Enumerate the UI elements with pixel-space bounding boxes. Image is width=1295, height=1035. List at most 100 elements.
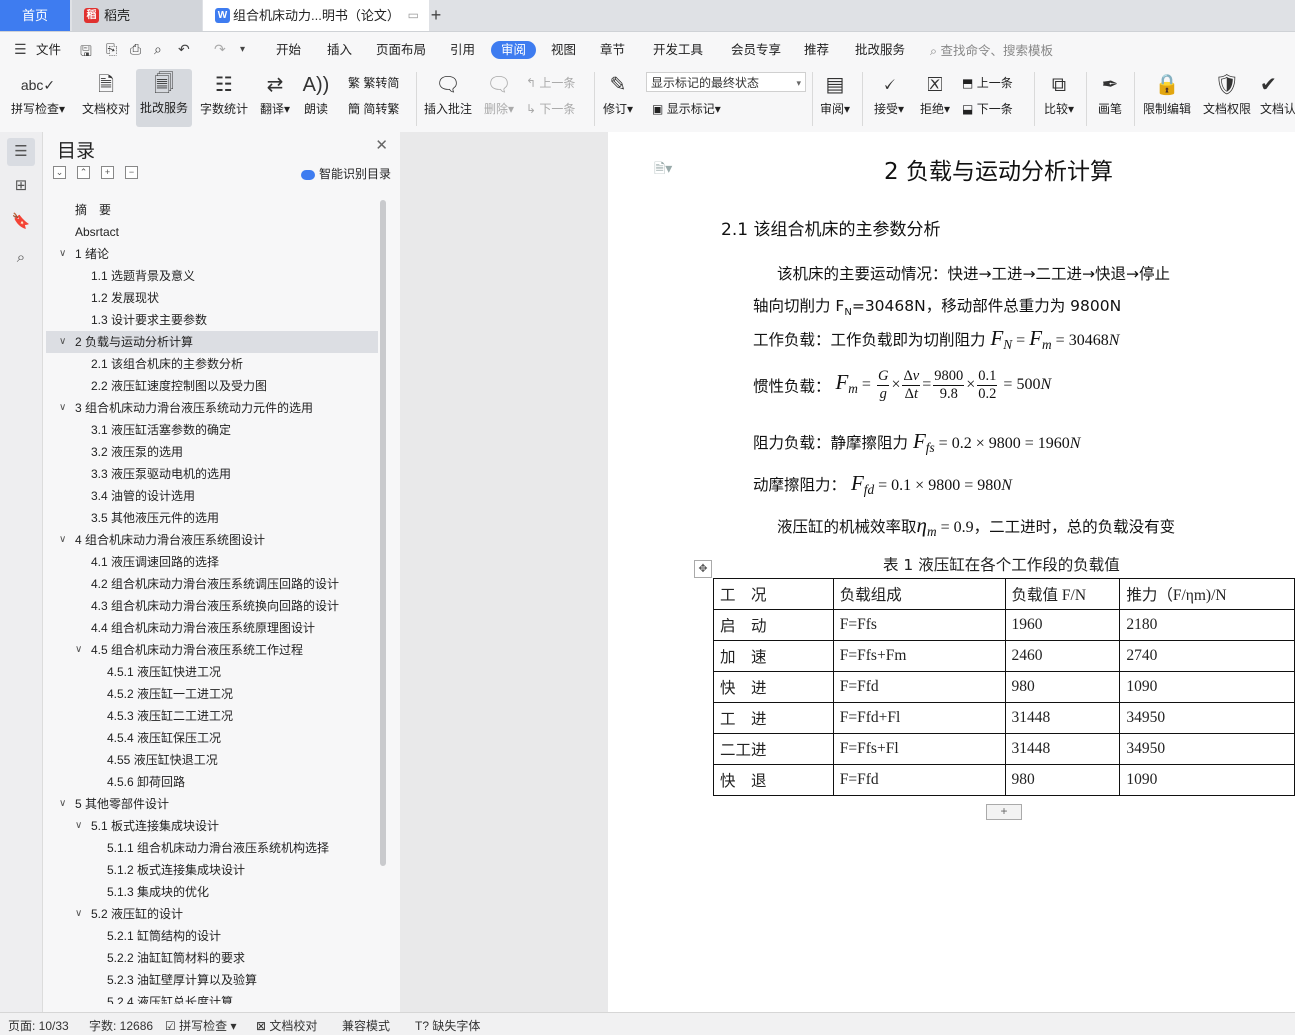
- document-page[interactable]: 🗎▾ 2 负载与运动分析计算 2.1 该组合机床的主参数分析 该机床的主要运动情…: [608, 132, 1295, 1012]
- toc-expand-arrow-icon[interactable]: ∨: [59, 529, 66, 551]
- tab-daoke[interactable]: 稻 稻壳: [72, 0, 202, 31]
- accept-button[interactable]: 🗸 接受▾: [870, 70, 908, 117]
- doc-proof-button[interactable]: 🗎 文档校对: [80, 70, 132, 117]
- print-preview-icon[interactable]: ⌕: [154, 41, 162, 58]
- export-pdf-icon[interactable]: ⎘: [106, 41, 117, 58]
- toc-item[interactable]: 5.2.1 缸筒结构的设计: [46, 925, 378, 947]
- to-traditional-button[interactable]: 繁 繁转简: [348, 74, 399, 91]
- tab-home[interactable]: 首页: [0, 0, 70, 31]
- status-doc-proof[interactable]: ⊠ 文档校对: [256, 1017, 317, 1034]
- toc-item[interactable]: 4.55 液压缸快退工况: [46, 749, 378, 771]
- translate-button[interactable]: ⇄ 翻译▾: [256, 70, 294, 117]
- toc-expand-arrow-icon[interactable]: ∨: [59, 243, 66, 265]
- toc-expand-arrow-icon[interactable]: ∨: [59, 397, 66, 419]
- find-icon[interactable]: ⌕: [11, 248, 31, 268]
- spellcheck-button[interactable]: abc✓ 拼写检查▾: [10, 70, 66, 117]
- redo-icon[interactable]: ↷: [214, 41, 226, 58]
- add-table-row-button[interactable]: +: [986, 804, 1022, 820]
- table-cell[interactable]: 快 进: [713, 671, 834, 703]
- table-cell[interactable]: 2460: [1004, 640, 1121, 672]
- table-cell[interactable]: 1090: [1119, 671, 1295, 703]
- toc-item[interactable]: 4.5.1 液压缸快进工况: [46, 661, 378, 683]
- toc-expand-arrow-icon[interactable]: ∨: [75, 903, 82, 925]
- revise-button[interactable]: ✎ 修订▾: [600, 70, 636, 117]
- table-cell[interactable]: 31448: [1004, 702, 1121, 734]
- toc-item[interactable]: ∨ 1 绪论: [46, 243, 378, 265]
- table-cell[interactable]: F=Ffs+Fl: [832, 733, 1006, 765]
- toc-item[interactable]: 3.3 液压泵驱动电机的选用: [46, 463, 378, 485]
- toc-expand-arrow-icon[interactable]: ∨: [75, 815, 82, 837]
- toc-nav-icon[interactable]: ☰: [7, 138, 35, 166]
- toc-expand-arrow-icon[interactable]: ∨: [59, 331, 66, 353]
- show-markup-button[interactable]: ▣ 显示标记▾: [652, 100, 721, 117]
- compare-button[interactable]: ⧉ 比较▾: [1040, 70, 1078, 117]
- review-pane-button[interactable]: ▤ 审阅▾: [816, 70, 854, 117]
- menu-insert[interactable]: 插入: [327, 41, 352, 59]
- table-cell[interactable]: 工 进: [713, 702, 834, 734]
- word-count-button[interactable]: ☷ 字数统计: [198, 70, 250, 117]
- table-header-cell[interactable]: 负载值 F/N: [1004, 578, 1121, 610]
- close-icon[interactable]: ✕: [375, 136, 388, 154]
- toc-item[interactable]: 4.5.6 卸荷回路: [46, 771, 378, 793]
- status-spellcheck[interactable]: ☑ 拼写检查 ▾: [165, 1017, 236, 1034]
- toc-item[interactable]: ∨ 5 其他零部件设计: [46, 793, 378, 815]
- translate-dropdown-icon[interactable]: ▾: [284, 102, 290, 116]
- prev-change-button[interactable]: ⬒ 上一条: [962, 74, 1013, 91]
- load-table[interactable]: 工 况负载组成 负载值 F/N 推力（F/ηm)/N 启 动 F=Ffs 1960 2180…: [713, 578, 1295, 796]
- table-cell[interactable]: 34950: [1119, 733, 1295, 765]
- add-heading-icon[interactable]: +: [101, 166, 114, 179]
- remove-heading-icon[interactable]: −: [125, 166, 138, 179]
- table-header-cell[interactable]: 推力（F/ηm)/N: [1119, 578, 1295, 610]
- menu-view[interactable]: 视图: [551, 41, 576, 59]
- table-cell[interactable]: 1960: [1004, 609, 1121, 641]
- toc-item[interactable]: 2.2 液压缸速度控制图以及受力图: [46, 375, 378, 397]
- toc-item[interactable]: 5.2.2 油缸缸筒材料的要求: [46, 947, 378, 969]
- toc-item[interactable]: 5.1.1 组合机床动力滑台液压系统机构选择: [46, 837, 378, 859]
- prev-comment-button[interactable]: ↰ 上一条: [526, 74, 575, 91]
- doc-auth-button[interactable]: ✔ 文档认: [1260, 70, 1295, 117]
- menu-developer[interactable]: 开发工具: [653, 41, 703, 59]
- quick-access-dropdown-icon[interactable]: ▾: [240, 44, 245, 55]
- toc-item[interactable]: ∨ 3 组合机床动力滑台液压系统动力元件的选用: [46, 397, 378, 419]
- toc-item[interactable]: 5.2.4 液压缸总长度计算: [46, 991, 378, 1004]
- pen-button[interactable]: ✒ 画笔: [1094, 70, 1126, 117]
- toc-item[interactable]: 4.5.3 液压缸二工进工况: [46, 705, 378, 727]
- doc-permission-button[interactable]: 🛡 文档权限: [1200, 70, 1254, 117]
- review-dropdown-icon[interactable]: ▾: [844, 102, 850, 116]
- menu-file[interactable]: 文件: [36, 41, 61, 59]
- delete-comment-button[interactable]: 🗨 删除▾: [480, 70, 518, 117]
- table-cell[interactable]: 34950: [1119, 702, 1295, 734]
- menu-correction-service[interactable]: 批改服务: [855, 41, 905, 59]
- toc-item[interactable]: ∨ 4 组合机床动力滑台液压系统图设计: [46, 529, 378, 551]
- toc-item[interactable]: Absrtact: [46, 221, 378, 243]
- toc-item[interactable]: 5.1.3 集成块的优化: [46, 881, 378, 903]
- table-cell[interactable]: F=Ffs: [832, 609, 1006, 641]
- menu-page-layout[interactable]: 页面布局: [376, 41, 426, 59]
- toc-item[interactable]: 2.1 该组合机床的主参数分析: [46, 353, 378, 375]
- next-comment-button[interactable]: ↳ 下一条: [526, 100, 575, 117]
- next-change-button[interactable]: ⬓ 下一条: [962, 100, 1013, 117]
- table-header-cell[interactable]: 负载组成: [832, 578, 1006, 610]
- missing-font[interactable]: T? 缺失字体: [415, 1017, 480, 1034]
- toc-item[interactable]: 3.5 其他液压元件的选用: [46, 507, 378, 529]
- menu-member[interactable]: 会员专享: [731, 41, 781, 59]
- menu-start[interactable]: 开始: [276, 41, 301, 59]
- toc-item[interactable]: 3.1 液压缸活塞参数的确定: [46, 419, 378, 441]
- chapter-nav-icon[interactable]: ⊞: [11, 176, 31, 196]
- compare-dropdown-icon[interactable]: ▾: [1068, 102, 1074, 116]
- table-cell[interactable]: F=Ffd+Fl: [832, 702, 1006, 734]
- review-service-button[interactable]: 🗐 批改服务: [136, 69, 192, 127]
- print-icon[interactable]: ⎙: [130, 41, 141, 58]
- toc-item[interactable]: 4.5.4 液压缸保压工况: [46, 727, 378, 749]
- save-icon[interactable]: 🖫: [80, 41, 92, 65]
- command-search[interactable]: ⌕ 查找命令、搜索模板: [930, 40, 1053, 59]
- table-cell[interactable]: 980: [1004, 764, 1121, 796]
- toc-item[interactable]: 4.4 组合机床动力滑台液压系统原理图设计: [46, 617, 378, 639]
- toc-expand-arrow-icon[interactable]: ∨: [75, 639, 82, 661]
- toc-item[interactable]: 3.2 液压泵的选用: [46, 441, 378, 463]
- menu-chapter[interactable]: 章节: [600, 41, 625, 59]
- table-cell[interactable]: 980: [1004, 671, 1121, 703]
- toc-item[interactable]: ∨ 5.1 板式连接集成块设计: [46, 815, 378, 837]
- table-cell[interactable]: F=Ffs+Fm: [832, 640, 1006, 672]
- tab-close-icon[interactable]: ▭: [408, 0, 419, 31]
